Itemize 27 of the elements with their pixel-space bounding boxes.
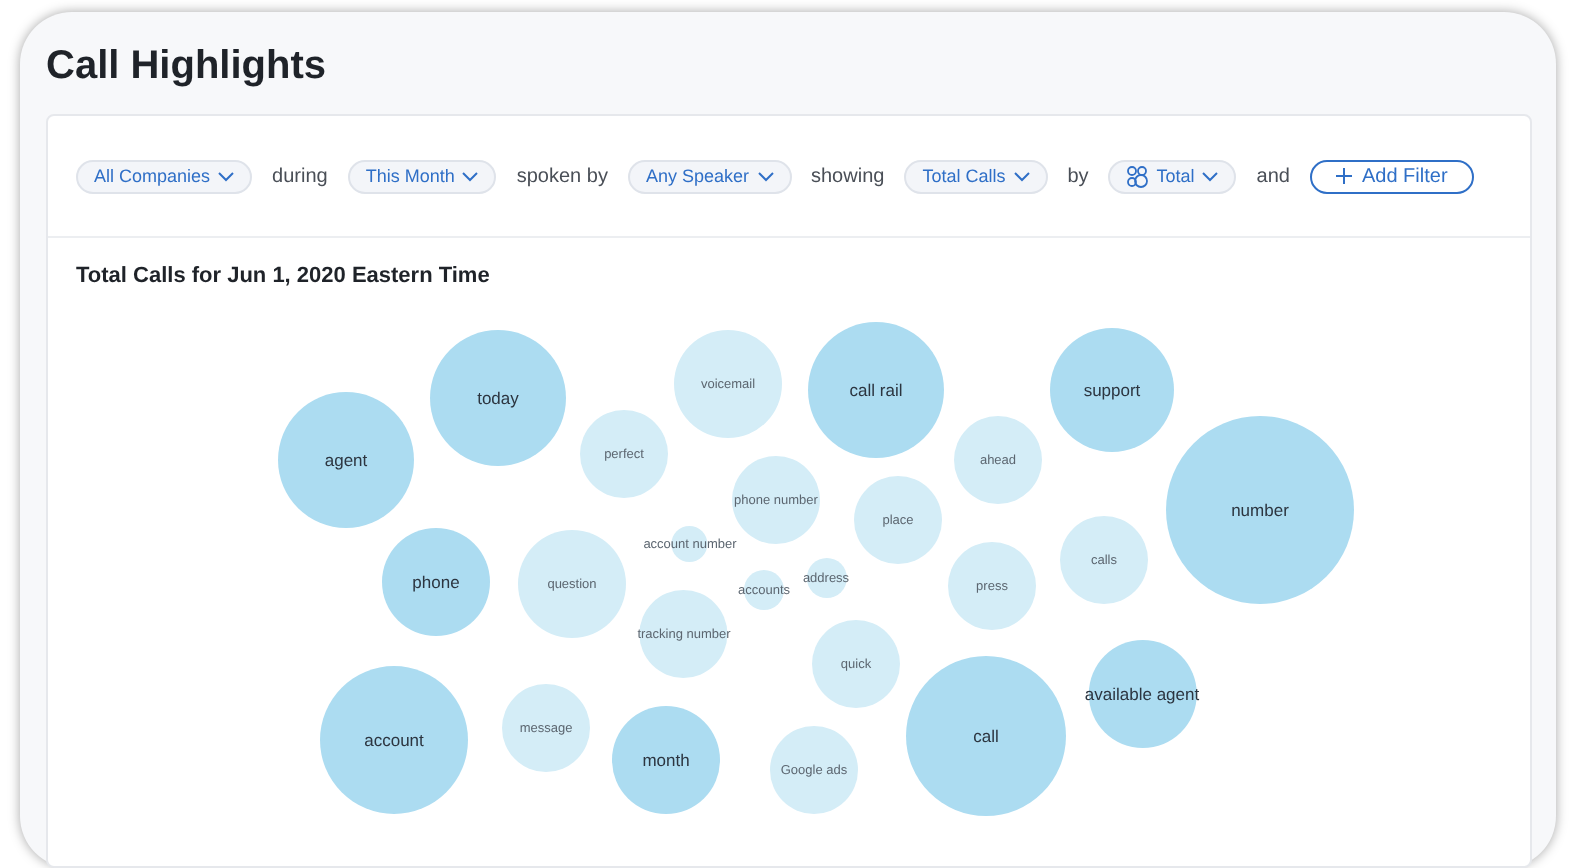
- page-title: Call Highlights: [46, 42, 328, 90]
- filter-connector-text: spoken by: [516, 165, 608, 187]
- add-filter-button[interactable]: Add Filter: [1309, 159, 1474, 193]
- chevron-icon: [462, 171, 479, 181]
- word-bubble: month: [612, 706, 720, 814]
- filter-dropdown[interactable]: This Month: [347, 159, 497, 193]
- filter-dropdown[interactable]: Any Speaker: [627, 159, 791, 193]
- filter-dropdown[interactable]: Total Calls: [904, 159, 1048, 193]
- filter-connector-text: showing: [811, 165, 885, 187]
- chevron-icon: [1202, 171, 1219, 181]
- chevron-icon: [1013, 171, 1030, 181]
- filter-connector-text: during: [272, 165, 328, 187]
- word-bubble: account: [320, 666, 468, 814]
- chevron-icon: [218, 171, 235, 181]
- chart-title: Total Calls for Jun 1, 2020 Eastern Time: [76, 262, 492, 290]
- filter-connector-text: by: [1067, 165, 1089, 187]
- word-bubble: call rail: [808, 322, 944, 458]
- plus-icon: [1335, 168, 1352, 184]
- word-bubble: call: [906, 656, 1066, 816]
- chevron-icon: [757, 171, 773, 181]
- filter-dropdown[interactable]: All Companies: [76, 159, 253, 193]
- filter-connector-text: and: [1256, 165, 1290, 187]
- word-bubble: today: [430, 330, 566, 466]
- word-bubble: phone: [382, 528, 490, 636]
- word-bubble: agent: [278, 392, 414, 528]
- word-bubble: available agent: [1084, 640, 1200, 748]
- filter-dropdown[interactable]: Total: [1108, 159, 1237, 193]
